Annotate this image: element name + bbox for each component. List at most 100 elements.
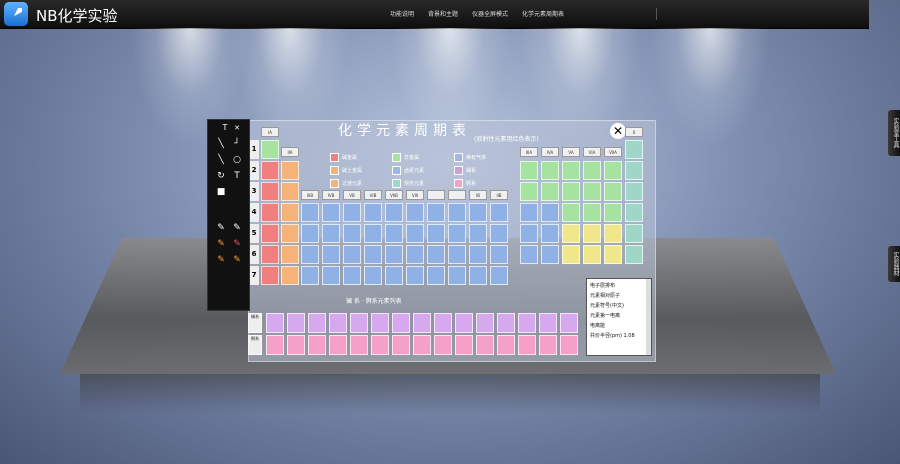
element-cell[interactable] bbox=[562, 182, 580, 201]
element-cell[interactable] bbox=[308, 313, 326, 333]
element-cell[interactable] bbox=[261, 266, 279, 285]
brush-tool-icon[interactable]: ✎ bbox=[230, 222, 244, 234]
side-tab-equipment[interactable]: 实验器材 bbox=[888, 246, 900, 282]
pencil-tool-icon[interactable]: ✎ bbox=[214, 238, 228, 250]
element-cell[interactable] bbox=[287, 335, 305, 355]
element-cell[interactable] bbox=[469, 266, 487, 285]
highlighter-tool-icon[interactable]: ✎ bbox=[214, 254, 228, 266]
element-cell[interactable] bbox=[350, 335, 368, 355]
element-cell[interactable] bbox=[541, 245, 559, 264]
element-cell[interactable] bbox=[562, 245, 580, 264]
element-cell[interactable] bbox=[541, 182, 559, 201]
element-cell[interactable] bbox=[406, 203, 424, 222]
element-cell[interactable] bbox=[281, 203, 299, 222]
element-cell[interactable] bbox=[261, 245, 279, 264]
element-cell[interactable] bbox=[329, 335, 347, 355]
element-cell[interactable] bbox=[343, 266, 361, 285]
rect-tool-icon[interactable]: ■ bbox=[214, 186, 228, 198]
element-cell[interactable] bbox=[490, 245, 508, 264]
close-button[interactable]: ✕ bbox=[610, 123, 626, 139]
menu-item-help[interactable]: 功能说明 bbox=[390, 9, 414, 18]
element-cell[interactable] bbox=[364, 266, 382, 285]
element-cell[interactable] bbox=[392, 335, 410, 355]
element-cell[interactable] bbox=[261, 224, 279, 243]
element-cell[interactable] bbox=[604, 224, 622, 243]
element-cell[interactable] bbox=[385, 245, 403, 264]
line-tool-icon[interactable]: ╲ bbox=[214, 138, 228, 150]
element-cell[interactable] bbox=[520, 245, 538, 264]
element-cell[interactable] bbox=[322, 224, 340, 243]
element-cell[interactable] bbox=[604, 182, 622, 201]
text-tool-icon[interactable]: T bbox=[230, 170, 244, 182]
element-cell[interactable] bbox=[343, 203, 361, 222]
element-cell[interactable] bbox=[385, 224, 403, 243]
element-cell[interactable] bbox=[497, 313, 515, 333]
element-cell[interactable] bbox=[583, 182, 601, 201]
element-cell[interactable] bbox=[301, 245, 319, 264]
element-cell[interactable] bbox=[520, 161, 538, 180]
element-cell[interactable] bbox=[490, 203, 508, 222]
element-cell[interactable] bbox=[520, 224, 538, 243]
element-cell[interactable] bbox=[261, 161, 279, 180]
element-cell[interactable] bbox=[434, 313, 452, 333]
element-cell[interactable] bbox=[562, 203, 580, 222]
element-cell[interactable] bbox=[343, 224, 361, 243]
toolbox-close-icon[interactable]: ✕ bbox=[230, 122, 244, 134]
element-cell[interactable] bbox=[261, 182, 279, 201]
element-cell[interactable] bbox=[469, 224, 487, 243]
element-cell[interactable] bbox=[625, 203, 643, 222]
element-cell[interactable] bbox=[625, 182, 643, 201]
element-cell[interactable] bbox=[560, 313, 578, 333]
element-cell[interactable] bbox=[406, 224, 424, 243]
element-cell[interactable] bbox=[364, 203, 382, 222]
menu-item-periodic-table[interactable]: 化学元素周期表 bbox=[522, 9, 564, 18]
element-cell[interactable] bbox=[625, 140, 643, 159]
element-cell[interactable] bbox=[539, 313, 557, 333]
element-cell[interactable] bbox=[583, 224, 601, 243]
element-cell[interactable] bbox=[281, 182, 299, 201]
element-cell[interactable] bbox=[266, 335, 284, 355]
small-line-tool-icon[interactable]: ╲ bbox=[214, 154, 228, 166]
element-cell[interactable] bbox=[539, 335, 557, 355]
element-cell[interactable] bbox=[448, 266, 466, 285]
element-cell[interactable] bbox=[625, 245, 643, 264]
element-cell[interactable] bbox=[560, 335, 578, 355]
element-cell[interactable] bbox=[308, 335, 326, 355]
element-cell[interactable] bbox=[406, 266, 424, 285]
element-cell[interactable] bbox=[448, 245, 466, 264]
element-cell[interactable] bbox=[476, 335, 494, 355]
element-cell[interactable] bbox=[427, 203, 445, 222]
element-cell[interactable] bbox=[350, 313, 368, 333]
element-cell[interactable] bbox=[448, 224, 466, 243]
element-cell[interactable] bbox=[490, 224, 508, 243]
element-cell[interactable] bbox=[583, 245, 601, 264]
element-cell[interactable] bbox=[322, 245, 340, 264]
element-cell[interactable] bbox=[301, 203, 319, 222]
element-cell[interactable] bbox=[583, 161, 601, 180]
element-cell[interactable] bbox=[455, 335, 473, 355]
element-cell[interactable] bbox=[287, 313, 305, 333]
element-cell[interactable] bbox=[625, 161, 643, 180]
element-cell[interactable] bbox=[385, 266, 403, 285]
side-tab-tools[interactable]: 实验室工具 bbox=[888, 110, 900, 156]
element-cell[interactable] bbox=[413, 335, 431, 355]
element-cell[interactable] bbox=[261, 140, 279, 159]
element-cell[interactable] bbox=[625, 224, 643, 243]
pen-tool-icon[interactable]: ✎ bbox=[214, 222, 228, 234]
scrollbar[interactable] bbox=[646, 279, 651, 355]
circle-tool-icon[interactable]: ○ bbox=[230, 154, 244, 166]
element-cell[interactable] bbox=[364, 245, 382, 264]
element-cell[interactable] bbox=[301, 266, 319, 285]
element-cell[interactable] bbox=[371, 335, 389, 355]
element-cell[interactable] bbox=[329, 313, 347, 333]
element-cell[interactable] bbox=[364, 224, 382, 243]
menu-item-fullscreen[interactable]: 仪器全屏模式 bbox=[472, 9, 508, 18]
rotate-tool-icon[interactable]: ↻ bbox=[214, 170, 228, 182]
element-cell[interactable] bbox=[490, 266, 508, 285]
element-cell[interactable] bbox=[281, 266, 299, 285]
element-cell[interactable] bbox=[406, 245, 424, 264]
element-cell[interactable] bbox=[322, 203, 340, 222]
eraser-tool-icon[interactable]: ✎ bbox=[230, 254, 244, 266]
marker-tool-icon[interactable]: ✎ bbox=[230, 238, 244, 250]
element-cell[interactable] bbox=[261, 203, 279, 222]
